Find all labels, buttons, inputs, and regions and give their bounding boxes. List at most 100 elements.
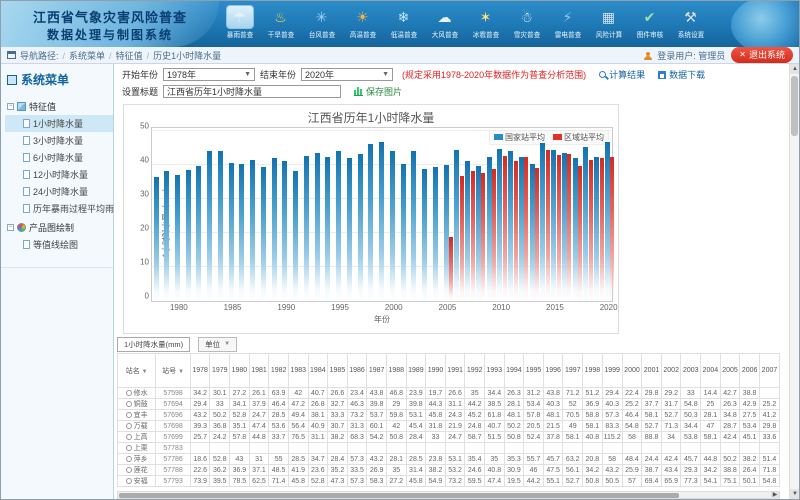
column-header-year-1989[interactable]: 1989	[406, 354, 426, 388]
breadcrumb-segment[interactable]: 历史1小时降水量	[153, 51, 221, 61]
toolbar-item-lightning[interactable]: ⚡雷电普查	[547, 3, 588, 47]
toolbar-item-drought[interactable]: ♨干旱普查	[260, 3, 301, 47]
radio-icon[interactable]	[126, 434, 132, 440]
column-header-year-2001[interactable]: 2001	[642, 354, 662, 388]
unit-dropdown[interactable]: 单位▼	[198, 337, 237, 352]
column-header-year-1987[interactable]: 1987	[367, 354, 387, 388]
column-header-year-1991[interactable]: 1991	[445, 354, 465, 388]
calc-result-button[interactable]: 计算结果	[599, 68, 645, 81]
sidebar-item-3小时降水量[interactable]: 3小时降水量	[5, 132, 113, 149]
start-year-select[interactable]: 1978年▼	[163, 68, 255, 81]
vscroll-down-arrow[interactable]: ▼	[790, 489, 799, 499]
column-header-year-2004[interactable]: 2004	[701, 354, 721, 388]
save-image-button[interactable]: 保存图片	[354, 85, 402, 98]
breadcrumb-segment[interactable]: 系统菜单	[69, 51, 105, 61]
station-name-cell[interactable]: 安福	[118, 476, 156, 487]
logout-button[interactable]: ✕ 退出系统	[731, 47, 793, 63]
station-name-cell[interactable]: 莲花	[118, 465, 156, 476]
toolbar-item-rainstorm[interactable]: ☂暴雨普查	[219, 3, 260, 47]
toolbar-item-settings[interactable]: ⚒系统设置	[670, 3, 711, 47]
station-name-cell[interactable]: 万载	[118, 421, 156, 432]
radio-icon[interactable]	[126, 401, 132, 407]
column-header-year-1980[interactable]: 1980	[230, 354, 250, 388]
sidebar-item-历年暴雨过程平均雨量[interactable]: 历年暴雨过程平均雨量	[5, 200, 113, 217]
column-header-year-1981[interactable]: 1981	[249, 354, 269, 388]
radio-icon[interactable]	[126, 456, 132, 462]
hscroll-thumb[interactable]	[119, 493, 679, 498]
column-header-year-1983[interactable]: 1983	[288, 354, 308, 388]
station-name-cell[interactable]: 萍乡	[118, 454, 156, 465]
horizontal-scrollbar[interactable]: ▶	[117, 491, 780, 499]
column-header-year-1994[interactable]: 1994	[504, 354, 524, 388]
bar-national-2001	[401, 164, 406, 301]
column-header-year-1999[interactable]: 1999	[602, 354, 622, 388]
sidebar-item-24小时降水量[interactable]: 24小时降水量	[5, 183, 113, 200]
value-cell	[720, 443, 740, 454]
sidebar-item-12小时降水量[interactable]: 12小时降水量	[5, 166, 113, 183]
chart-title-input[interactable]	[163, 85, 341, 98]
vertical-scrollbar[interactable]: ▲ ▼	[789, 64, 799, 499]
sidebar-item-等值线绘图[interactable]: 等值线绘图	[5, 236, 113, 253]
toolbar-item-snow[interactable]: ☃雪灾普查	[506, 3, 547, 47]
station-name-cell[interactable]: 铜鼓	[118, 399, 156, 410]
column-header-year-2005[interactable]: 2005	[720, 354, 740, 388]
station-name-cell[interactable]: 上栗	[118, 443, 156, 454]
value-cell: 45.8	[406, 476, 426, 487]
column-header-year-2006[interactable]: 2006	[740, 354, 760, 388]
tree-expander-icon[interactable]: −	[7, 103, 14, 110]
toolbar-item-low-temp[interactable]: ❄低温普查	[383, 3, 424, 47]
column-header-year-1984[interactable]: 1984	[308, 354, 328, 388]
toolbar-item-typhoon[interactable]: ✳台风普查	[301, 3, 342, 47]
column-header-year-2007[interactable]: 2007	[759, 354, 779, 388]
toolbar-item-calculator[interactable]: ▦风险计算	[588, 3, 629, 47]
sidebar-item-6小时降水量[interactable]: 6小时降水量	[5, 149, 113, 166]
column-header-year-1978[interactable]: 1978	[190, 354, 210, 388]
column-header-year-1986[interactable]: 1986	[347, 354, 367, 388]
column-header-year-1998[interactable]: 1998	[583, 354, 603, 388]
column-header-year-2002[interactable]: 2002	[661, 354, 681, 388]
column-header-year-2000[interactable]: 2000	[622, 354, 642, 388]
column-header-year-1985[interactable]: 1985	[328, 354, 348, 388]
hscroll-right-arrow[interactable]: ▶	[771, 492, 779, 499]
vscroll-thumb[interactable]	[791, 76, 798, 136]
sidebar-group-1[interactable]: −产品图绘制	[5, 219, 113, 236]
station-name-cell[interactable]: 修水	[118, 388, 156, 399]
toolbar-item-gale[interactable]: ☁大风普查	[424, 3, 465, 47]
column-header-station-id[interactable]: 站号 ▼	[156, 354, 191, 388]
radio-icon[interactable]	[126, 423, 132, 429]
radio-icon[interactable]	[126, 467, 132, 473]
toolbar-item-map-review[interactable]: ✔图件审核	[629, 3, 670, 47]
column-header-year-1995[interactable]: 1995	[524, 354, 544, 388]
save-disk-icon	[658, 71, 666, 79]
column-header-year-1990[interactable]: 1990	[426, 354, 446, 388]
column-header-year-1982[interactable]: 1982	[269, 354, 289, 388]
value-cell: 39.8	[367, 399, 387, 410]
value-cell: 50.8	[504, 432, 524, 443]
column-header-year-1993[interactable]: 1993	[485, 354, 505, 388]
station-name-cell[interactable]: 上高	[118, 432, 156, 443]
vscroll-up-arrow[interactable]: ▲	[790, 64, 799, 74]
column-header-year-1979[interactable]: 1979	[210, 354, 230, 388]
sidebar-item-1小时降水量[interactable]: 1小时降水量	[5, 115, 113, 132]
column-header-year-1988[interactable]: 1988	[386, 354, 406, 388]
radio-icon[interactable]	[126, 390, 132, 396]
tree-expander-icon[interactable]: −	[7, 224, 14, 231]
station-name-cell[interactable]: 宜丰	[118, 410, 156, 421]
column-header-year-2003[interactable]: 2003	[681, 354, 701, 388]
column-header-station-name[interactable]: 站名 ▼	[118, 354, 156, 388]
toolbar-item-hail[interactable]: ✶冰雹普查	[465, 3, 506, 47]
snow-icon: ☃	[514, 6, 540, 28]
column-header-year-1997[interactable]: 1997	[563, 354, 583, 388]
breadcrumb-segment[interactable]: 特征值	[116, 51, 143, 61]
end-year-select[interactable]: 2020年▼	[301, 68, 393, 81]
toolbar-item-high-temp[interactable]: ☀高温普查	[342, 3, 383, 47]
sidebar-group-0[interactable]: −特征值	[5, 98, 113, 115]
radio-icon[interactable]	[126, 445, 132, 451]
column-header-year-1992[interactable]: 1992	[465, 354, 485, 388]
column-header-year-1996[interactable]: 1996	[543, 354, 563, 388]
value-cell	[524, 443, 544, 454]
value-cell: 28.5	[288, 454, 308, 465]
radio-icon[interactable]	[126, 412, 132, 418]
data-download-button[interactable]: 数据下载	[658, 68, 705, 81]
radio-icon[interactable]	[126, 478, 132, 484]
